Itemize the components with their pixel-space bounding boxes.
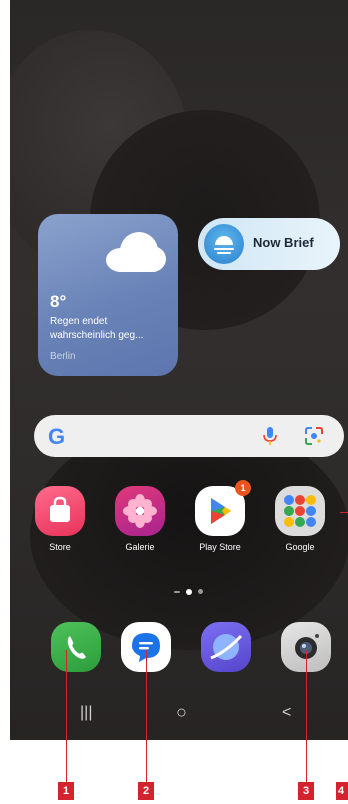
- internet-icon: [201, 622, 251, 672]
- recents-button[interactable]: |||: [80, 704, 92, 722]
- callout-marker: 3: [298, 782, 314, 800]
- google-search-bar[interactable]: G: [34, 415, 344, 457]
- callout-line: [66, 650, 67, 782]
- play-store-icon: 1: [195, 480, 251, 536]
- notification-badge: 1: [235, 480, 251, 496]
- callout-marker: 4: [336, 782, 348, 800]
- google-logo-icon: G: [48, 424, 66, 449]
- page-indicator[interactable]: [168, 587, 228, 597]
- app-label: Play Store: [199, 542, 241, 552]
- phone-icon: [51, 622, 101, 672]
- weather-widget[interactable]: 8° Regen endet wahrscheinlich geg... Ber…: [38, 214, 178, 376]
- google-lens-icon[interactable]: [304, 426, 324, 446]
- dock-internet[interactable]: [194, 622, 258, 672]
- weather-city: Berlin: [50, 351, 76, 362]
- cloud-icon: [106, 232, 166, 272]
- back-button[interactable]: <: [282, 704, 291, 722]
- callout-line: [306, 650, 307, 782]
- weather-temperature: 8°: [50, 292, 67, 311]
- microphone-icon[interactable]: [262, 426, 278, 446]
- google-folder-icon: [275, 486, 325, 536]
- app-store[interactable]: Store: [28, 486, 92, 552]
- callout-line: [146, 650, 147, 782]
- app-folder-google[interactable]: Google: [268, 486, 332, 552]
- gallery-flower-icon: [115, 486, 165, 536]
- app-galerie[interactable]: Galerie: [108, 486, 172, 552]
- now-brief-label: Now Brief: [253, 235, 314, 250]
- app-play-store[interactable]: 1 Play Store: [188, 480, 252, 552]
- callout-marker: 2: [138, 782, 154, 800]
- home-button[interactable]: ○: [176, 702, 187, 723]
- now-brief-widget[interactable]: Now Brief: [198, 218, 340, 270]
- sunrise-icon: [204, 224, 244, 264]
- app-label: Google: [285, 542, 315, 552]
- callout-line: [340, 512, 348, 513]
- home-screen: 8° Regen endet wahrscheinlich geg... Ber…: [10, 0, 348, 740]
- app-label: Store: [49, 542, 71, 552]
- app-label: Galerie: [125, 542, 155, 552]
- store-icon: [35, 486, 85, 536]
- callout-marker: 1: [58, 782, 74, 800]
- weather-description: Regen endet wahrscheinlich geg...: [50, 316, 144, 341]
- navigation-bar: ||| ○ <: [10, 690, 348, 740]
